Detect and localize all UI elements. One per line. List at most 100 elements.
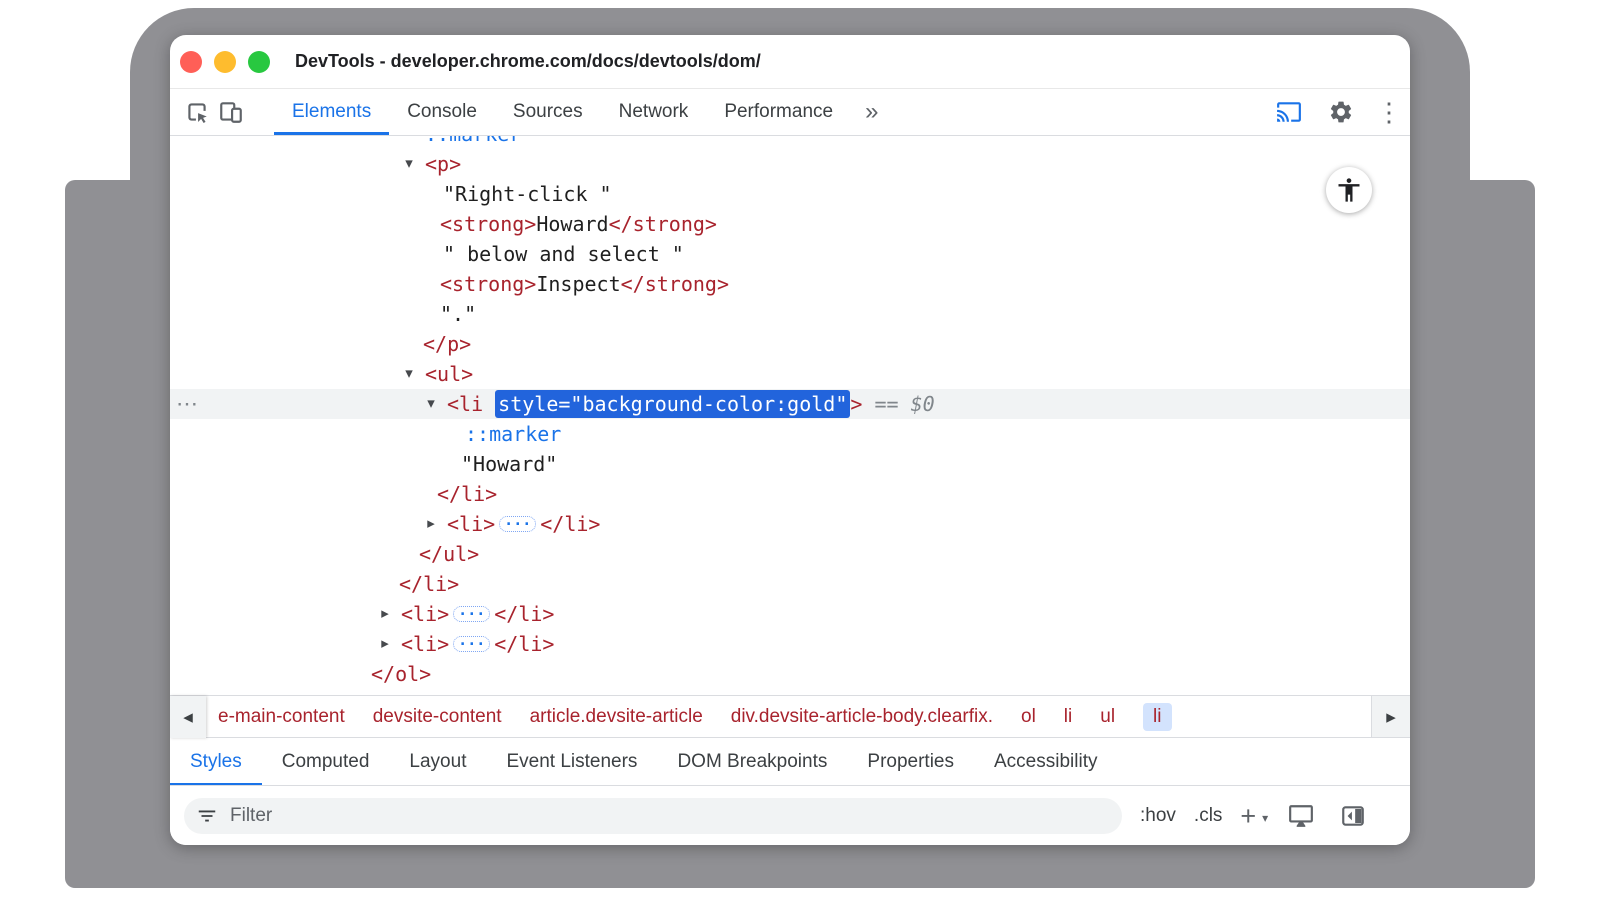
dom-tree-line[interactable]: ▸<li>···</li> <box>170 509 1410 539</box>
devtools-tabs: ElementsConsoleSourcesNetworkPerformance <box>274 89 851 135</box>
panel-tab-computed[interactable]: Computed <box>262 738 390 786</box>
breadcrumb-item-ul[interactable]: ul <box>1100 706 1115 728</box>
dom-tree-line[interactable]: "Right-click " <box>170 179 1410 209</box>
more-tabs-chevron[interactable]: » <box>851 89 892 135</box>
breadcrumb-item-li[interactable]: li <box>1143 703 1171 731</box>
collapse-arrow-icon[interactable]: ▾ <box>421 389 441 419</box>
code-segment-tag: </strong> <box>609 212 717 236</box>
code-segment-tag: > <box>850 392 862 416</box>
breadcrumb-item-e-main-content[interactable]: e-main-content <box>218 706 345 728</box>
toggle-sidebar-icon[interactable] <box>1336 799 1370 833</box>
code-segment-sel: style="background-color:gold" <box>495 390 850 418</box>
panel-tab-dom-breakpoints[interactable]: DOM Breakpoints <box>657 738 847 786</box>
minimize-window-button[interactable] <box>214 51 236 73</box>
dom-tree-line[interactable]: <strong>Howard</strong> <box>170 209 1410 239</box>
filter-input[interactable] <box>228 804 1110 828</box>
expand-arrow-icon[interactable]: ▸ <box>421 509 441 539</box>
code-segment-tag: </li> <box>437 482 497 506</box>
toggle-element-state-button[interactable]: :hov <box>1140 805 1176 827</box>
filter-field[interactable] <box>184 798 1122 834</box>
dom-tree-line[interactable]: ▸<li>···</li> <box>170 629 1410 659</box>
settings-gear-icon[interactable] <box>1324 95 1358 129</box>
breadcrumb-item-div-devsite-article-body-clearfix-[interactable]: div.devsite-article-body.clearfix. <box>731 706 993 728</box>
dom-tree-line[interactable]: ::marker <box>170 136 1410 149</box>
dom-tree-line[interactable]: </li> <box>170 479 1410 509</box>
code-segment-tag: </p> <box>423 332 471 356</box>
dom-tree-line[interactable]: ::marker <box>170 419 1410 449</box>
panel-tab-event-listeners[interactable]: Event Listeners <box>486 738 657 786</box>
traffic-lights <box>180 51 270 73</box>
code-segment-tag: </li> <box>540 512 600 536</box>
code-segment-text: "Howard" <box>461 452 557 476</box>
code-segment-tag: <strong> <box>440 212 536 236</box>
new-style-rule-button[interactable]: +▾ <box>1240 801 1266 831</box>
row-overflow-menu-icon[interactable]: ⋯ <box>176 389 199 419</box>
dom-tree-line[interactable]: </li> <box>170 569 1410 599</box>
new-rule-plus-label: + <box>1240 801 1256 831</box>
collapse-arrow-icon[interactable]: ▾ <box>399 149 419 179</box>
toolbar-right-icons: ⋮ <box>1262 95 1410 129</box>
dom-tree-line[interactable]: ▾<ul> <box>170 359 1410 389</box>
window-title: DevTools - developer.chrome.com/docs/dev… <box>295 35 761 88</box>
tab-elements[interactable]: Elements <box>274 89 389 135</box>
code-segment-pseudo: ::marker <box>465 422 561 446</box>
screenshot-canvas: DevTools - developer.chrome.com/docs/dev… <box>0 0 1600 908</box>
code-segment-tag: <ul> <box>425 362 473 386</box>
accessibility-overlay-button[interactable] <box>1326 167 1372 213</box>
code-segment-tag: </ol> <box>371 662 431 686</box>
tab-performance[interactable]: Performance <box>706 89 851 135</box>
dom-tree-line[interactable]: </ul> <box>170 539 1410 569</box>
dom-tree-line[interactable]: "." <box>170 299 1410 329</box>
collapse-arrow-icon[interactable]: ▾ <box>399 359 419 389</box>
dom-tree-line[interactable]: "Howard" <box>170 449 1410 479</box>
panel-tab-styles[interactable]: Styles <box>170 738 262 786</box>
panel-tab-accessibility[interactable]: Accessibility <box>974 738 1117 786</box>
inspect-element-icon[interactable] <box>180 95 214 129</box>
filter-funnel-icon <box>196 805 218 827</box>
breadcrumb-item-li[interactable]: li <box>1064 706 1072 728</box>
rendering-emulations-icon[interactable] <box>1284 799 1318 833</box>
screencast-icon[interactable] <box>1272 95 1306 129</box>
maximize-window-button[interactable] <box>248 51 270 73</box>
expand-arrow-icon[interactable]: ▸ <box>375 629 395 659</box>
new-rule-caret-icon: ▾ <box>1262 803 1268 833</box>
code-segment-tag: <li> <box>447 512 495 536</box>
code-segment-text: "." <box>440 302 476 326</box>
dom-tree-line[interactable]: </p> <box>170 329 1410 359</box>
code-segment-tag: </li> <box>399 572 459 596</box>
tab-sources[interactable]: Sources <box>495 89 601 135</box>
element-classes-button[interactable]: .cls <box>1194 805 1223 827</box>
code-segment-tag: <li> <box>401 632 449 656</box>
expand-node-ellipsis-button[interactable]: ··· <box>499 516 536 532</box>
tab-network[interactable]: Network <box>601 89 707 135</box>
tab-console[interactable]: Console <box>389 89 495 135</box>
dom-tree-line[interactable]: <strong>Inspect</strong> <box>170 269 1410 299</box>
dom-tree-line[interactable]: </ol> <box>170 659 1410 689</box>
panel-tab-properties[interactable]: Properties <box>847 738 974 786</box>
breadcrumb-scroll-right-button[interactable]: ▸ <box>1371 696 1410 738</box>
expand-node-ellipsis-button[interactable]: ··· <box>453 606 490 622</box>
breadcrumb-bar: ◂ e-main-content devsite-content article.d… <box>170 695 1410 738</box>
breadcrumb-scroll-left-button[interactable]: ◂ <box>170 696 206 738</box>
dom-tree-line[interactable]: ▾<p> <box>170 149 1410 179</box>
window-titlebar: DevTools - developer.chrome.com/docs/dev… <box>170 35 1410 89</box>
code-segment-eq: == <box>862 392 910 416</box>
dom-tree-line[interactable]: " below and select " <box>170 239 1410 269</box>
breadcrumb-item-ol[interactable]: ol <box>1021 706 1036 728</box>
code-segment-tag: <li> <box>401 602 449 626</box>
dom-tree-line-selected[interactable]: ⋯▾<li style="background-color:gold"> == … <box>170 389 1410 419</box>
breadcrumb-item-article-devsite-article[interactable]: article.devsite-article <box>530 706 703 728</box>
code-segment-tag: <strong> <box>440 272 536 296</box>
code-segment-text: Howard <box>536 212 608 236</box>
breadcrumb-item-devsite-content[interactable]: devsite-content <box>373 706 502 728</box>
expand-node-ellipsis-button[interactable]: ··· <box>453 636 490 652</box>
expand-arrow-icon[interactable]: ▸ <box>375 599 395 629</box>
styles-panel-tabs: StylesComputedLayoutEvent ListenersDOM B… <box>170 737 1410 786</box>
panel-tab-layout[interactable]: Layout <box>389 738 486 786</box>
code-segment-text: " below and select " <box>443 242 684 266</box>
close-window-button[interactable] <box>180 51 202 73</box>
code-segment-tag: </strong> <box>621 272 729 296</box>
device-toolbar-icon[interactable] <box>214 95 248 129</box>
kebab-menu-icon[interactable]: ⋮ <box>1376 95 1394 129</box>
dom-tree-line[interactable]: ▸<li>···</li> <box>170 599 1410 629</box>
